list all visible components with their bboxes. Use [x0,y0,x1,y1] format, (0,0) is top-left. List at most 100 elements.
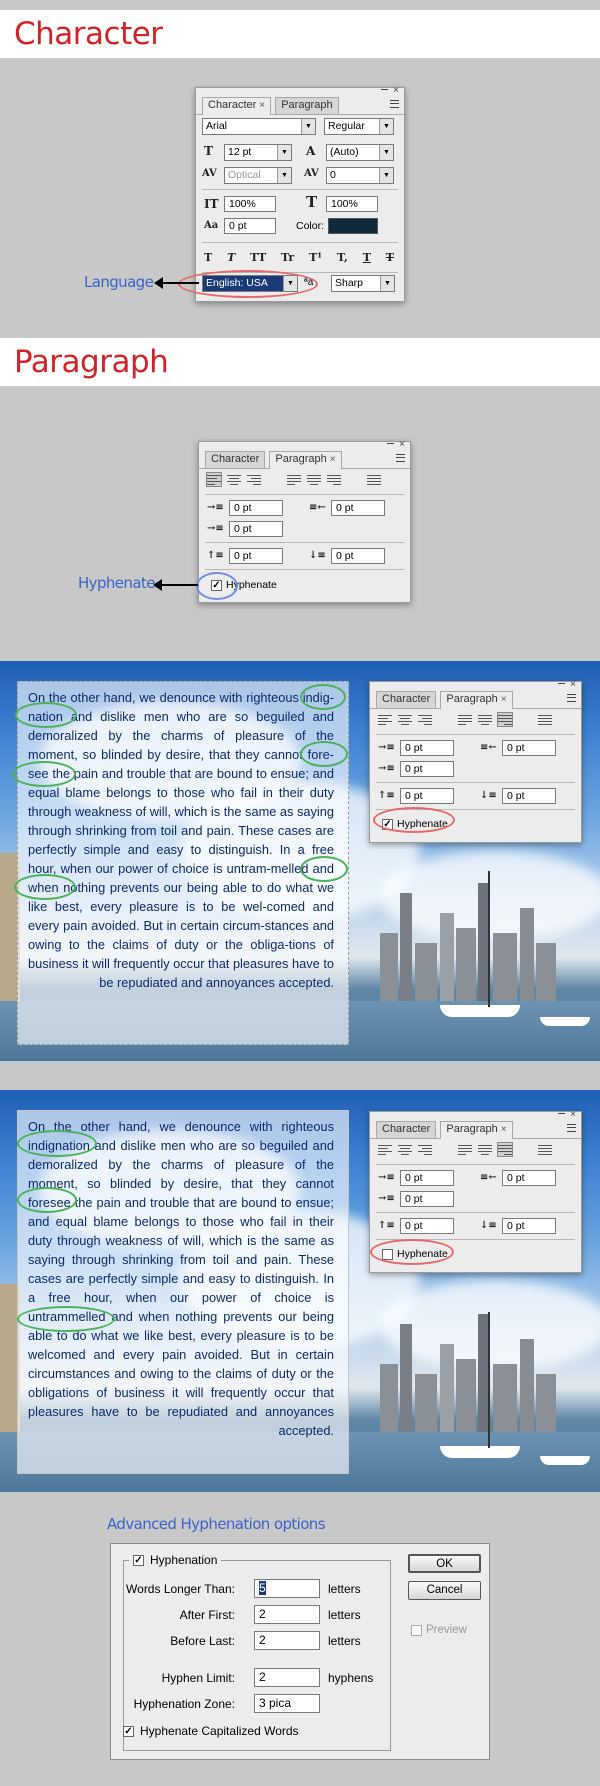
justify-last-left-icon[interactable] [458,713,472,726]
close-tab-icon[interactable]: × [259,100,265,111]
indent-right-icon: ≡← [480,742,497,753]
kerning-select[interactable]: Optical ▼ [224,167,292,184]
color-swatch[interactable] [328,218,378,234]
indent-left-field[interactable]: 0 pt [229,500,283,516]
space-before-field[interactable]: 0 pt [400,1218,454,1234]
align-left-icon[interactable] [206,472,222,487]
space-before-field[interactable]: 0 pt [229,548,283,564]
preview-checkbox[interactable] [411,1625,422,1636]
tracking-select[interactable]: 0 ▼ [326,167,394,184]
justify-last-center-icon[interactable] [478,1143,492,1156]
indent-right-field[interactable]: 0 pt [502,1170,556,1186]
antialias-select[interactable]: Sharp ▼ [331,275,395,292]
tab-character[interactable]: Character [205,451,266,468]
after-first-field[interactable]: 2 [254,1605,320,1624]
space-before-field[interactable]: 0 pt [400,788,454,804]
strikethrough-button[interactable]: T [386,251,394,265]
all-caps-button[interactable]: TT [250,251,266,265]
close-icon[interactable]: × [570,680,576,690]
tab-character[interactable]: Character × [202,97,272,115]
font-size-select[interactable]: 12 pt ▼ [224,144,292,161]
tab-paragraph[interactable]: Paragraph [275,97,339,114]
subscript-button[interactable]: T, [337,251,348,265]
small-caps-button[interactable]: Tr [281,251,294,265]
hyphenate-highlight [370,1239,454,1265]
close-tab-icon[interactable]: × [330,454,336,465]
close-icon[interactable]: × [399,440,405,450]
hyphen-limit-field[interactable]: 2 [254,1668,320,1687]
minimize-icon[interactable] [558,1113,565,1114]
faux-italic-button[interactable]: T [227,251,235,265]
hyphenation-group-label: Hyphenation [150,1553,218,1567]
text-frame-hyphenated[interactable]: On the other hand, we denounce with righ… [17,681,349,1045]
justify-last-right-icon[interactable] [497,712,513,727]
justify-last-left-icon[interactable] [458,1143,472,1156]
space-after-field[interactable]: 0 pt [502,1218,556,1234]
align-right-icon[interactable] [418,1143,432,1156]
panel-menu-icon[interactable] [390,100,399,108]
tab-paragraph[interactable]: Paragraph × [440,691,513,709]
indent-first-line-field[interactable]: 0 pt [229,521,283,537]
align-right-icon[interactable] [418,713,432,726]
ok-button[interactable]: OK [408,1554,481,1573]
indent-right-icon: ≡← [309,502,326,513]
minimize-icon[interactable] [387,443,394,444]
hyphenate-capitalized-checkbox[interactable]: ✓ [123,1726,134,1737]
panel-menu-icon[interactable] [567,1124,576,1132]
faux-bold-button[interactable]: T [204,251,212,265]
minimize-icon[interactable] [558,683,565,684]
panel-menu-icon[interactable] [567,694,576,702]
hyphen-highlight [15,702,77,728]
indent-right-field[interactable]: 0 pt [331,500,385,516]
close-tab-icon[interactable]: × [501,1124,507,1135]
indent-right-field[interactable]: 0 pt [502,740,556,756]
align-center-icon[interactable] [398,713,412,726]
hyphenation-dialog: ✓ Hyphenation Words Longer Than: 5 lette… [110,1543,490,1760]
font-family-select[interactable]: Arial ▼ [202,118,316,135]
align-left-icon[interactable] [378,713,392,726]
justify-last-left-icon[interactable] [287,473,301,486]
space-after-field[interactable]: 0 pt [331,548,385,564]
align-center-icon[interactable] [398,1143,412,1156]
justify-last-center-icon[interactable] [307,473,321,486]
align-right-icon[interactable] [247,473,261,486]
close-icon[interactable]: × [570,1110,576,1120]
cancel-button[interactable]: Cancel [408,1581,481,1600]
hyphenation-zone-field[interactable]: 3 pica [254,1694,320,1713]
indent-first-line-field[interactable]: 0 pt [400,1191,454,1207]
tab-character[interactable]: Character [376,691,437,708]
tab-character[interactable]: Character [376,1121,437,1138]
baseline-shift-field[interactable]: 0 pt [224,218,276,234]
justify-last-center-icon[interactable] [478,713,492,726]
space-before-icon: ↑≡ [378,1220,395,1231]
superscript-button[interactable]: T¹ [309,251,322,265]
close-icon[interactable]: × [393,86,399,96]
hyphen-highlight [300,741,348,767]
close-tab-icon[interactable]: × [501,694,507,705]
indent-left-field[interactable]: 0 pt [400,740,454,756]
align-left-icon[interactable] [378,1143,392,1156]
vertical-scale-field[interactable]: 100% [224,196,276,212]
justify-all-icon[interactable] [538,713,552,726]
text-frame-unhyphenated[interactable]: On the other hand, we denounce with righ… [17,1110,349,1474]
indent-first-line-field[interactable]: 0 pt [400,761,454,777]
justify-all-icon[interactable] [538,1143,552,1156]
language-annotation: Language [84,273,154,291]
justify-all-icon[interactable] [367,473,381,486]
indent-left-field[interactable]: 0 pt [400,1170,454,1186]
words-longer-field[interactable]: 5 [254,1579,320,1598]
font-style-select[interactable]: Regular ▼ [324,118,394,135]
leading-select[interactable]: (Auto) ▼ [326,144,394,161]
tab-paragraph[interactable]: Paragraph × [269,451,342,469]
panel-menu-icon[interactable] [396,454,405,462]
before-last-field[interactable]: 2 [254,1631,320,1650]
justify-last-right-icon[interactable] [497,1142,513,1157]
justify-last-right-icon[interactable] [327,473,341,486]
tab-paragraph[interactable]: Paragraph × [440,1121,513,1139]
space-after-field[interactable]: 0 pt [502,788,556,804]
hyphenation-checkbox[interactable]: ✓ [133,1554,144,1566]
align-center-icon[interactable] [227,473,241,486]
minimize-icon[interactable] [381,89,388,90]
underline-button[interactable]: T [363,251,371,265]
horizontal-scale-field[interactable]: 100% [326,196,378,212]
